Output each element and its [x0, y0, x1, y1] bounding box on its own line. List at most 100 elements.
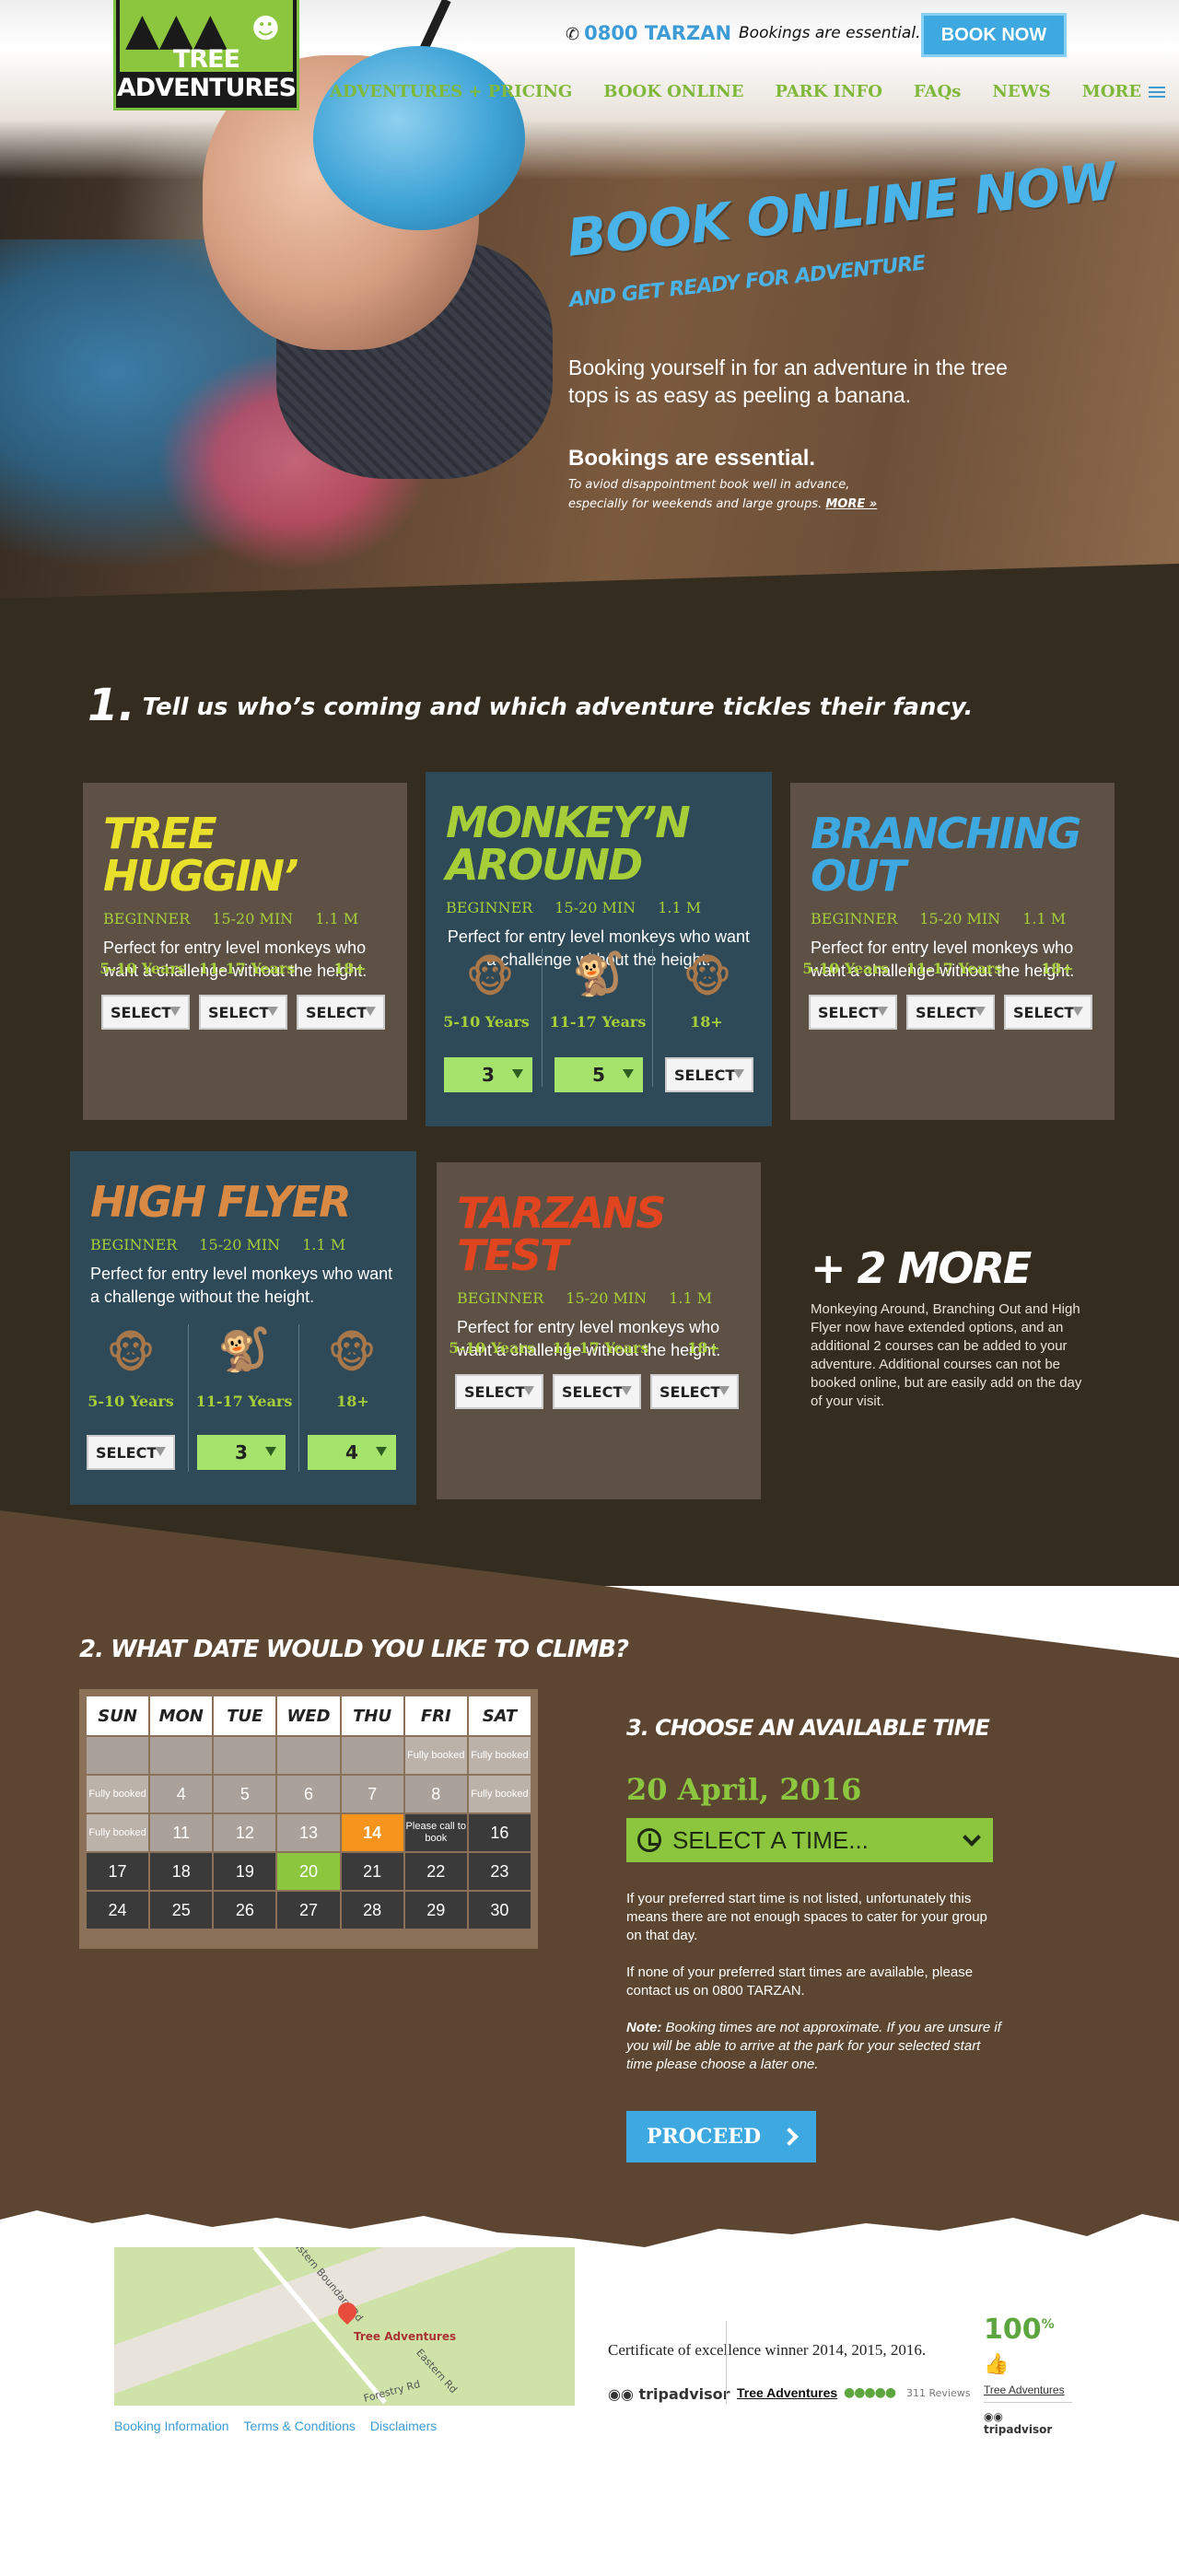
- qty-select-11-17[interactable]: SELECT: [906, 995, 995, 1030]
- select-value: SELECT: [96, 1443, 158, 1462]
- qty-select-11-17[interactable]: 3: [197, 1435, 286, 1470]
- dropdown-arrow-icon: [877, 1007, 888, 1016]
- calendar-day-booked: Fully booked: [468, 1776, 531, 1813]
- course-height: 1.1 M: [302, 1236, 346, 1253]
- calendar-day[interactable]: 29: [404, 1892, 467, 1929]
- course-card-tarzans-test: TARZANS TEST BEGINNER 15-20 MIN 1.1 M Perf…: [437, 1162, 761, 1499]
- calendar-week: Fully booked Fully booked: [87, 1737, 531, 1774]
- qty-select-18plus[interactable]: SELECT: [297, 995, 385, 1030]
- chevron-right-icon: [780, 2127, 799, 2146]
- calendar-day-call[interactable]: Please call to book: [404, 1814, 467, 1851]
- qty-select-5-10[interactable]: SELECT: [87, 1435, 175, 1470]
- calendar-day-past: 6: [277, 1776, 340, 1813]
- course-meta: BEGINNER 15-20 MIN 1.1 M: [811, 910, 1094, 927]
- calendar-week: Fully booked 4 5 6 7 8 Fully booked: [87, 1776, 531, 1813]
- calendar-day-past: 13: [277, 1814, 340, 1851]
- nav-adventures-pricing[interactable]: ADVENTURES + PRICING: [330, 82, 572, 101]
- recommend-badge[interactable]: 100% 👍 Tree Adventures ◉◉ tripadvisor: [984, 2314, 1072, 2436]
- age-label: 11-17 Years: [549, 1013, 647, 1031]
- calendar-day-past: 4: [150, 1776, 213, 1813]
- dropdown-arrow-icon: [1072, 1007, 1083, 1016]
- qty-select-5-10[interactable]: SELECT: [101, 995, 190, 1030]
- qty-select-11-17[interactable]: SELECT: [199, 995, 287, 1030]
- footer-link-disclaimers[interactable]: Disclaimers: [370, 2419, 437, 2433]
- review-count[interactable]: 311 Reviews: [906, 2387, 970, 2399]
- step1-number: 1.: [88, 680, 135, 731]
- divider: [726, 2321, 727, 2404]
- age-label: 5-10 Years: [449, 1339, 535, 1357]
- badge-percent: 100% 👍: [984, 2314, 1072, 2378]
- qty-select-18plus[interactable]: SELECT: [650, 1374, 739, 1409]
- time-info-2: If none of your preferred start times ar…: [626, 1964, 974, 1999]
- qty-select-18plus[interactable]: 4: [308, 1435, 396, 1470]
- site-logo[interactable]: ▲▲▲ ☻ TREE ADVENTURES: [113, 0, 299, 111]
- age-label: 18+: [1041, 960, 1074, 977]
- nav-book-online[interactable]: BOOK ONLINE: [603, 82, 743, 101]
- course-card-tree-huggin: TREE HUGGIN’ BEGINNER 15-20 MIN 1.1 M Perf…: [83, 783, 407, 1120]
- calendar-day[interactable]: 22: [404, 1853, 467, 1890]
- calendar-day-selected[interactable]: 20: [277, 1853, 340, 1890]
- age-label: 18+: [333, 960, 367, 977]
- age-label: 18+: [690, 1013, 723, 1031]
- age-label: 11-17 Years: [552, 1339, 649, 1357]
- time-info-1: If your preferred start time is not list…: [626, 1891, 987, 1943]
- calendar-empty-cell: [87, 1737, 149, 1774]
- course-level: BEGINNER: [811, 910, 898, 927]
- header-phone[interactable]: ✆ 0800 TARZAN: [566, 22, 731, 44]
- qty-select-5-10[interactable]: SELECT: [455, 1374, 543, 1409]
- location-map[interactable]: Eastern Boundary Rd Eastern Rd Forestry …: [114, 2247, 575, 2406]
- qty-select-5-10[interactable]: SELECT: [809, 995, 897, 1030]
- footer-link-booking-info[interactable]: Booking Information: [114, 2419, 229, 2433]
- calendar-day[interactable]: 24: [87, 1892, 149, 1929]
- footer-link-terms[interactable]: Terms & Conditions: [244, 2419, 356, 2433]
- select-value: SELECT: [306, 1003, 368, 1021]
- calendar-day[interactable]: 16: [468, 1814, 531, 1851]
- proceed-button[interactable]: PROCEED: [626, 2111, 816, 2162]
- qty-select-5-10[interactable]: 3: [444, 1057, 532, 1092]
- calendar-day[interactable]: 30: [468, 1892, 531, 1929]
- qty-select-18plus[interactable]: SELECT: [665, 1057, 753, 1092]
- course-title: BRANCHING OUT: [811, 809, 1081, 901]
- calendar-grid: SUN MON TUE WED THU FRI SAT Fully booked…: [85, 1695, 532, 1930]
- qty-select-11-17[interactable]: 5: [554, 1057, 643, 1092]
- phone-icon: ✆: [566, 25, 580, 44]
- tripadvisor-listing-link[interactable]: Tree Adventures: [737, 2385, 837, 2400]
- nav-park-info[interactable]: PARK INFO: [775, 82, 881, 101]
- divider: [984, 2402, 1072, 2403]
- calendar-day[interactable]: 26: [214, 1892, 276, 1929]
- select-value: SELECT: [818, 1003, 880, 1021]
- calendar-day[interactable]: 18: [150, 1853, 213, 1890]
- calendar-day[interactable]: 19: [214, 1853, 276, 1890]
- course-time: 15-20 MIN: [919, 910, 1001, 927]
- dropdown-arrow-icon: [365, 1007, 376, 1016]
- course-title: MONKEY’N AROUND: [446, 798, 691, 890]
- nav-more[interactable]: MORE: [1081, 82, 1166, 101]
- calendar-day[interactable]: 21: [341, 1853, 403, 1890]
- calendar-day[interactable]: 27: [277, 1892, 340, 1929]
- time-select[interactable]: SELECT A TIME...: [626, 1818, 993, 1862]
- calendar-day[interactable]: 23: [468, 1853, 531, 1890]
- nav-more-label: MORE: [1081, 82, 1142, 101]
- calendar-week: Fully booked 11 12 13 14 Please call to …: [87, 1814, 531, 1851]
- select-value: 4: [345, 1441, 358, 1463]
- badge-percent-value: 100: [984, 2314, 1042, 2346]
- calendar-day[interactable]: 28: [341, 1892, 403, 1929]
- age-label: 18+: [687, 1339, 720, 1357]
- calendar-day-today[interactable]: 14: [341, 1814, 403, 1851]
- calendar-empty-cell: [214, 1737, 276, 1774]
- qty-select-18plus[interactable]: SELECT: [1004, 995, 1092, 1030]
- step3-heading: 3. CHOOSE AN AVAILABLE TIME: [626, 1715, 990, 1741]
- qty-select-11-17[interactable]: SELECT: [553, 1374, 641, 1409]
- calendar-day[interactable]: 17: [87, 1853, 149, 1890]
- nav-faqs[interactable]: FAQs: [914, 82, 962, 101]
- nav-news[interactable]: NEWS: [992, 82, 1050, 101]
- calendar-day-booked: Fully booked: [404, 1737, 467, 1774]
- calendar-day[interactable]: 25: [150, 1892, 213, 1929]
- date-calendar: SUN MON TUE WED THU FRI SAT Fully booked…: [79, 1689, 538, 1949]
- badge-tripadvisor: ◉◉ tripadvisor: [984, 2410, 1053, 2436]
- hero-more-link[interactable]: MORE »: [825, 497, 877, 511]
- course-meta: BEGINNER 15-20 MIN 1.1 M: [446, 899, 752, 916]
- tripadvisor-logo[interactable]: ◉◉ tripadvisor: [608, 2385, 730, 2403]
- book-now-button[interactable]: BOOK NOW: [921, 13, 1067, 57]
- course-time: 15-20 MIN: [566, 1289, 648, 1307]
